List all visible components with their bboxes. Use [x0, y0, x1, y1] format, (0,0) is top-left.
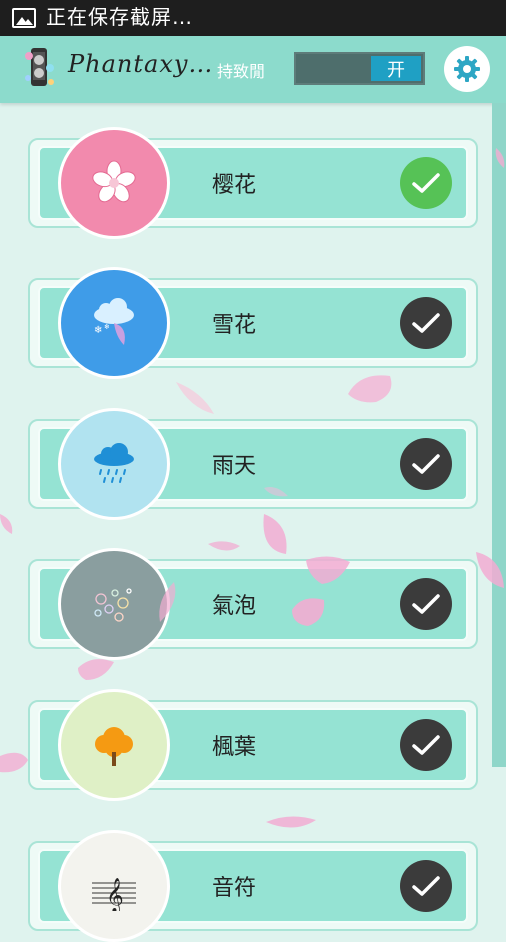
effect-list: 樱花 ❄ ❄ 雪花 雨天 氣泡 楓葉 𝄞 音符: [0, 103, 492, 942]
item-thumbnail: [58, 127, 170, 239]
cherry-blossom-icon: [92, 160, 136, 203]
keep-open-label: 持致閒: [217, 62, 266, 81]
item-label: 雪花: [212, 313, 257, 338]
checkmark-icon: [412, 454, 440, 474]
check-button[interactable]: [400, 719, 452, 771]
tree-icon: [95, 727, 133, 766]
check-button[interactable]: [400, 157, 452, 209]
item-label: 楓葉: [212, 735, 257, 760]
list-item-music[interactable]: 𝄞 音符: [28, 830, 478, 942]
settings-button[interactable]: [444, 46, 490, 92]
list-item-maple[interactable]: 楓葉: [28, 689, 478, 801]
item-thumbnail: 𝄞: [58, 830, 170, 942]
scrollbar[interactable]: [492, 103, 506, 767]
checkmark-icon: [412, 313, 440, 333]
music-staff-icon: 𝄞: [92, 878, 136, 911]
item-label: 雨天: [212, 454, 257, 479]
snow-cloud-icon: ❄ ❄: [94, 298, 134, 345]
check-button[interactable]: [400, 438, 452, 490]
keep-open-toggle[interactable]: 开: [294, 52, 425, 85]
checkmark-icon: [412, 735, 440, 755]
list-item-sakura[interactable]: 樱花: [28, 127, 478, 239]
check-button[interactable]: [400, 860, 452, 912]
item-thumbnail: [58, 548, 170, 660]
list-item-snowflake[interactable]: ❄ ❄ 雪花: [28, 267, 478, 379]
list-item-rainy[interactable]: 雨天: [28, 408, 478, 520]
app-logo-icon: [25, 48, 54, 86]
image-icon: [12, 8, 36, 28]
svg-text:❄: ❄: [104, 323, 110, 331]
item-thumbnail: [58, 689, 170, 801]
svg-text:𝄞: 𝄞: [106, 878, 124, 911]
item-label: 樱花: [212, 173, 257, 198]
item-thumbnail: [58, 408, 170, 520]
checkmark-icon: [412, 876, 440, 896]
svg-text:❄: ❄: [94, 325, 102, 336]
app-title: Phantaxy…: [68, 50, 214, 78]
check-button[interactable]: [400, 578, 452, 630]
list-item-bubbles[interactable]: 氣泡: [28, 548, 478, 660]
checkmark-icon: [412, 173, 440, 193]
item-label: 音符: [212, 876, 257, 901]
gear-icon: [454, 56, 480, 82]
status-bar: 正在保存截屏…: [0, 0, 506, 36]
item-label: 氣泡: [212, 594, 257, 619]
item-thumbnail: ❄ ❄: [58, 267, 170, 379]
checkmark-icon: [412, 594, 440, 614]
check-button[interactable]: [400, 297, 452, 349]
app-bar: Phantaxy… 持致閒 开: [0, 36, 506, 103]
bubbles-icon: [94, 588, 132, 622]
status-text: 正在保存截屏…: [46, 4, 193, 29]
rain-cloud-icon: [94, 443, 134, 483]
toggle-knob: 开: [371, 56, 421, 81]
